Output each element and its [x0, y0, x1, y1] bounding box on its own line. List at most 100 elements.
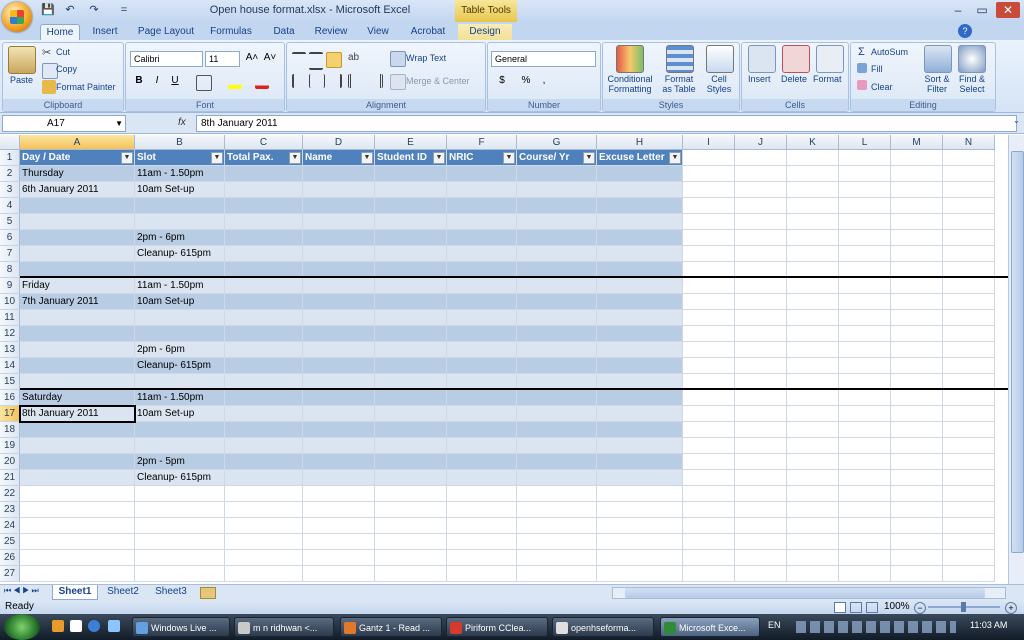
ie-icon[interactable] [88, 620, 100, 632]
table-cell[interactable] [447, 358, 517, 374]
table-cell[interactable] [20, 438, 135, 454]
cell[interactable] [839, 294, 891, 310]
table-cell[interactable] [517, 470, 597, 486]
cell[interactable] [517, 518, 597, 534]
cell[interactable] [20, 550, 135, 566]
cell[interactable] [375, 486, 447, 502]
table-cell[interactable] [135, 214, 225, 230]
cell[interactable] [891, 342, 943, 358]
currency-button[interactable]: $ [494, 73, 510, 89]
cell[interactable] [375, 550, 447, 566]
table-header-cell[interactable]: Course/ Yr ▼ [517, 150, 597, 166]
cell[interactable] [683, 326, 735, 342]
column-header-g[interactable]: G [517, 135, 597, 150]
cell[interactable] [891, 358, 943, 374]
cell-day-date[interactable]: Saturday [20, 390, 135, 406]
cell[interactable] [683, 550, 735, 566]
table-cell[interactable] [375, 454, 447, 470]
table-cell[interactable] [225, 422, 303, 438]
wrap-text-button[interactable]: Wrap Text [406, 53, 446, 63]
cell[interactable] [787, 214, 839, 230]
start-button[interactable] [4, 614, 40, 640]
clock[interactable]: 11:03 AM [970, 620, 1020, 634]
cell[interactable] [597, 566, 683, 582]
cell-slot[interactable]: 11am - 1.50pm [135, 278, 225, 294]
cell[interactable] [225, 534, 303, 550]
table-cell[interactable] [597, 278, 683, 294]
table-header-cell[interactable]: Name ▼ [303, 150, 375, 166]
table-cell[interactable] [225, 198, 303, 214]
increase-indent-icon[interactable] [366, 74, 383, 88]
cell[interactable] [891, 518, 943, 534]
cell[interactable] [839, 502, 891, 518]
align-right-icon[interactable] [326, 74, 342, 88]
table-cell[interactable] [597, 230, 683, 246]
filter-dropdown-icon[interactable]: ▼ [289, 152, 301, 164]
column-header-a[interactable]: A [20, 135, 135, 150]
underline-button[interactable]: U [167, 73, 183, 89]
filter-dropdown-icon[interactable]: ▼ [433, 152, 445, 164]
cell[interactable] [597, 502, 683, 518]
cell[interactable] [683, 294, 735, 310]
insert-function-button[interactable]: fx [178, 115, 192, 130]
maximize-button[interactable]: ▭ [970, 2, 994, 18]
cell[interactable] [683, 390, 735, 406]
fill-button[interactable]: Fill [871, 64, 883, 74]
cell[interactable] [225, 566, 303, 582]
cell-slot[interactable]: 10am Set-up [135, 406, 225, 422]
table-cell[interactable] [517, 198, 597, 214]
cell[interactable] [839, 454, 891, 470]
cell[interactable] [891, 390, 943, 406]
sheet-tab-2[interactable]: Sheet2 [102, 585, 144, 599]
column-header-i[interactable]: I [683, 135, 735, 150]
insert-cells-button[interactable]: Insert [748, 74, 771, 84]
cell[interactable] [303, 518, 375, 534]
filter-dropdown-icon[interactable]: ▼ [583, 152, 595, 164]
table-cell[interactable] [20, 326, 135, 342]
cell[interactable] [303, 502, 375, 518]
cell[interactable] [943, 166, 995, 182]
conditional-formatting-button[interactable]: Conditional Formatting [605, 74, 655, 94]
table-cell[interactable] [303, 326, 375, 342]
table-cell[interactable] [375, 278, 447, 294]
cell[interactable] [375, 534, 447, 550]
table-cell[interactable] [517, 390, 597, 406]
cell[interactable] [735, 310, 787, 326]
row-header[interactable]: 17 [0, 406, 20, 422]
cell[interactable] [839, 278, 891, 294]
row-header[interactable]: 5 [0, 214, 20, 230]
cell[interactable] [683, 214, 735, 230]
row-header[interactable]: 25 [0, 534, 20, 550]
cell[interactable] [735, 406, 787, 422]
font-name-combo[interactable]: Calibri [130, 51, 203, 67]
cell[interactable] [683, 278, 735, 294]
table-cell[interactable] [517, 342, 597, 358]
cell[interactable] [943, 534, 995, 550]
cell[interactable] [683, 406, 735, 422]
format-painter-button[interactable]: Format Painter [56, 82, 116, 92]
select-all-corner[interactable] [0, 135, 20, 150]
cell[interactable] [787, 342, 839, 358]
table-cell[interactable] [20, 470, 135, 486]
cell[interactable] [891, 470, 943, 486]
table-cell[interactable] [20, 342, 135, 358]
customize-qat-icon[interactable]: = [116, 3, 132, 18]
middle-align-icon[interactable] [309, 52, 323, 70]
cell[interactable] [943, 470, 995, 486]
cell-day-date[interactable]: Thursday [20, 166, 135, 182]
table-header-cell[interactable]: Student ID ▼ [375, 150, 447, 166]
row-header[interactable]: 22 [0, 486, 20, 502]
table-cell[interactable] [597, 246, 683, 262]
table-cell[interactable] [225, 358, 303, 374]
delete-cells-icon[interactable] [782, 45, 810, 73]
cell[interactable] [787, 406, 839, 422]
cell[interactable] [891, 166, 943, 182]
cell[interactable] [735, 454, 787, 470]
fill-icon[interactable] [857, 63, 867, 73]
column-header-l[interactable]: L [839, 135, 891, 150]
table-cell[interactable] [447, 406, 517, 422]
table-cell[interactable] [225, 246, 303, 262]
cell[interactable] [787, 454, 839, 470]
shrink-font-button[interactable]: A˅ [262, 50, 278, 66]
autosum-icon[interactable]: Σ [858, 46, 865, 58]
